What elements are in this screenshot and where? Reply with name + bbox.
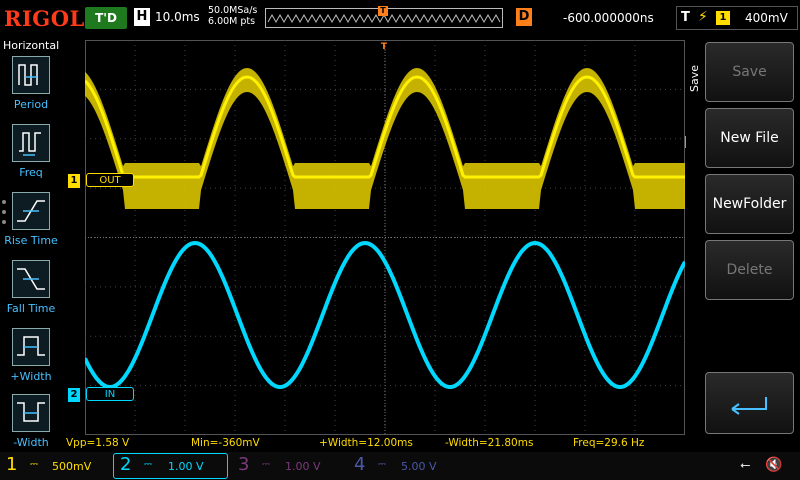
trigger-badge: T: [681, 10, 690, 25]
waveform-display[interactable]: [83, 40, 687, 435]
save-button[interactable]: Save: [705, 42, 794, 102]
measure-fall-time-button[interactable]: Fall Time: [0, 260, 62, 324]
ch2-label[interactable]: IN: [86, 387, 134, 401]
ch1-label[interactable]: OUT: [86, 173, 134, 187]
measure-freq-button[interactable]: Freq: [0, 124, 62, 188]
new-file-button[interactable]: New File: [705, 108, 794, 168]
ch1-offset-marker[interactable]: 1: [68, 174, 80, 188]
ch3-status[interactable]: 3 ⎓ 1.00 V: [232, 452, 344, 480]
ch4-coupling-icon: ⎓: [378, 459, 386, 470]
memory-depth: 6.00M pts: [208, 16, 256, 27]
trigger-source-badge: 1: [716, 11, 730, 25]
ch1-coupling-icon: ⎓: [30, 459, 38, 470]
measure-freq-label: Freq: [19, 166, 43, 179]
sample-rate: 50.0MSa/s: [208, 5, 258, 16]
acquisition-info: 50.0MSa/s 6.00M pts: [208, 5, 257, 27]
measure-fall-time-label: Fall Time: [6, 302, 56, 315]
top-status-bar: RIGOL T'D H 10.0ms 50.0MSa/s 6.00M pts T…: [0, 0, 800, 38]
measure-positive-width-button[interactable]: +Width: [0, 328, 62, 392]
measure-period-label: Period: [13, 98, 49, 111]
ch4-status[interactable]: 4 ⎓ 5.00 V: [348, 452, 460, 480]
vpp-readout: Vpp=1.58 V: [66, 437, 130, 449]
trigger-position-marker[interactable]: T: [379, 42, 389, 54]
brand-logo: RIGOL: [4, 6, 85, 31]
delete-button[interactable]: Delete: [705, 240, 794, 300]
ch2-status[interactable]: 2 ⎓ 1.00 V: [114, 452, 228, 480]
rising-edge-icon: ⚡: [698, 9, 708, 25]
return-arrow-icon: [731, 397, 767, 415]
measurement-readout: Vpp=1.58 V Min=-360mV +Width=12.00ms -Wi…: [62, 437, 702, 451]
delay-badge: D: [516, 8, 532, 26]
measure-period-button[interactable]: Period: [0, 56, 62, 120]
measure-positive-width-label: +Width: [10, 370, 52, 383]
measure-rise-time-label: Rise Time: [4, 234, 58, 247]
new-folder-button[interactable]: NewFolder: [705, 174, 794, 234]
positive-width-readout: +Width=12.00ms: [319, 437, 413, 449]
ch1-scale: 500mV: [52, 460, 92, 473]
run-state-badge[interactable]: T'D: [85, 7, 127, 29]
ch4-number: 4: [354, 454, 366, 475]
frequency-icon: [12, 124, 50, 162]
speaker-muted-icon[interactable]: 🔇: [765, 457, 782, 473]
usb-icon: ⭠: [740, 458, 751, 473]
measure-negative-width-button[interactable]: -Width: [0, 394, 62, 458]
negative-width-readout: -Width=21.80ms: [445, 437, 534, 449]
positive-width-icon: [12, 328, 50, 366]
back-button[interactable]: [705, 372, 794, 434]
ch2-coupling-icon: ⎓: [144, 459, 152, 470]
ch3-scale: 1.00 V: [285, 460, 321, 473]
negative-width-icon: [12, 394, 50, 432]
sidebar-scroll-dots: [2, 200, 8, 230]
min-readout: Min=-360mV: [191, 437, 260, 449]
ch1-status[interactable]: 1 ⎓ 500mV: [0, 452, 112, 480]
overview-trigger-marker: T: [378, 6, 388, 16]
fall-time-icon: [12, 260, 50, 298]
measurement-sidebar: Horizontal Period Freq Rise Time Fall Ti…: [0, 38, 62, 450]
delay-value[interactable]: -600.000000ns: [563, 11, 654, 25]
rise-time-icon: [12, 192, 50, 230]
trigger-level: 400mV: [745, 11, 788, 25]
freq-readout: Freq=29.6 Hz: [573, 437, 645, 449]
period-icon: [12, 56, 50, 94]
ch2-number: 2: [120, 454, 132, 475]
ch1-number: 1: [6, 454, 18, 475]
ch3-number: 3: [238, 454, 250, 475]
ch2-scale: 1.00 V: [168, 460, 204, 473]
ch4-scale: 5.00 V: [401, 460, 437, 473]
measure-rise-time-button[interactable]: Rise Time: [0, 192, 62, 256]
ch3-coupling-icon: ⎓: [262, 459, 270, 470]
waveform-canvas: [83, 40, 687, 435]
menu-title: Save: [688, 64, 701, 92]
horizontal-badge: H: [134, 8, 150, 26]
sidebar-title: Horizontal: [3, 39, 60, 52]
channel-status-bar: 1 ⎓ 500mV 2 ⎓ 1.00 V 3 ⎓ 1.00 V 4 ⎓ 5.00…: [0, 452, 800, 480]
timebase-value[interactable]: 10.0ms: [155, 10, 200, 24]
ch2-offset-marker[interactable]: 2: [68, 388, 80, 402]
measure-negative-width-label: -Width: [13, 436, 49, 449]
